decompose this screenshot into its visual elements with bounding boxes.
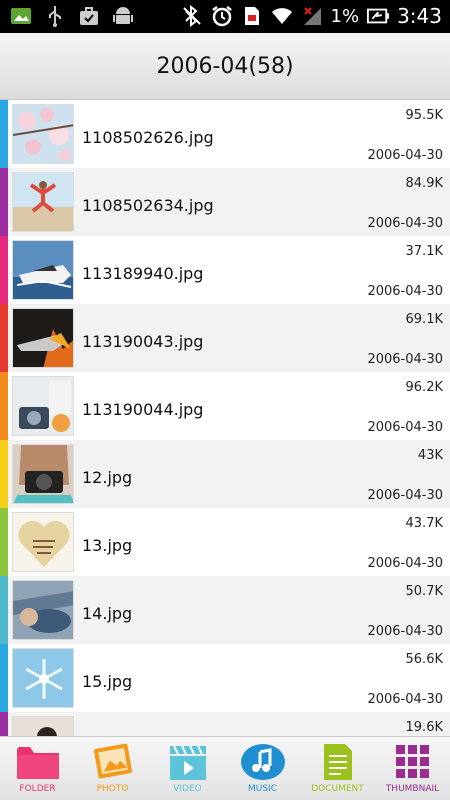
category-stripe (0, 236, 8, 304)
tab-label: PHOTO (96, 784, 129, 794)
list-item[interactable]: 113190043.jpg 69.1K 2006-04-30 (0, 304, 450, 372)
tab-label: THUMBNAIL (385, 784, 440, 794)
thumbnail-snowflake (12, 648, 74, 708)
tab-folder[interactable]: FOLDER (0, 737, 75, 800)
file-name: 13.jpg (82, 536, 133, 555)
sd-card-icon (241, 5, 263, 27)
file-name: 14.jpg (82, 604, 133, 623)
category-stripe (0, 168, 8, 236)
file-date: 2006-04-30 (367, 352, 443, 367)
file-size: 95.5K (405, 108, 443, 123)
file-name: 15.jpg (82, 672, 133, 691)
file-date: 2006-04-30 (367, 488, 443, 503)
thumbnail-icon (390, 742, 436, 782)
file-size: 56.6K (405, 652, 443, 667)
file-list[interactable]: 1108502626.jpg 95.5K 2006-04-30 11085026… (0, 100, 450, 736)
tab-label: FOLDER (19, 784, 56, 794)
tab-thumbnail[interactable]: THUMBNAIL (375, 737, 450, 800)
clock: 3:43 (397, 4, 442, 28)
thumbnail-cherry-blossom (12, 104, 74, 164)
file-name: 113189940.jpg (82, 264, 204, 283)
thumbnail-heart-card (12, 512, 74, 572)
list-item[interactable]: 113190044.jpg 96.2K 2006-04-30 (0, 372, 450, 440)
file-name: 1108502634.jpg (82, 196, 214, 215)
file-date: 2006-04-30 (367, 148, 443, 163)
file-size: 43.7K (405, 516, 443, 531)
music-icon (240, 742, 286, 782)
thumbnail-camera (12, 376, 74, 436)
category-stripe (0, 712, 8, 736)
list-item[interactable]: 113189940.jpg 37.1K 2006-04-30 (0, 236, 450, 304)
category-stripe (0, 440, 8, 508)
file-size: 96.2K (405, 380, 443, 395)
thumbnail-photographer (12, 444, 74, 504)
tab-label: DOCUMENT (311, 784, 364, 794)
file-date: 2006-04-30 (367, 216, 443, 231)
title-bar: 2006-04(58) (0, 33, 450, 100)
tab-label: MUSIC (247, 784, 277, 794)
file-name: 113190044.jpg (82, 400, 204, 419)
battery-charging-icon (367, 5, 390, 27)
page-title: 2006-04(58) (156, 53, 294, 79)
battery-percent: 1% (330, 5, 360, 27)
file-name: 1108502626.jpg (82, 128, 214, 147)
status-bar: 1% 3:43 (0, 0, 450, 33)
category-stripe (0, 644, 8, 712)
list-item[interactable]: 15.jpg 56.6K 2006-04-30 (0, 644, 450, 712)
list-item[interactable]: 1108502626.jpg 95.5K 2006-04-30 (0, 100, 450, 168)
file-date: 2006-04-30 (367, 556, 443, 571)
category-stripe (0, 508, 8, 576)
list-item[interactable]: 19.6K (0, 712, 450, 736)
wifi-icon (271, 5, 293, 27)
file-date: 2006-04-30 (367, 284, 443, 299)
folder-icon (15, 742, 61, 782)
tab-photo[interactable]: PHOTO (75, 737, 150, 800)
tab-video[interactable]: VIDEO (150, 737, 225, 800)
file-date: 2006-04-30 (367, 624, 443, 639)
file-date: 2006-04-30 (367, 692, 443, 707)
category-stripe (0, 100, 8, 168)
alarm-icon (211, 5, 233, 27)
category-stripe (0, 372, 8, 440)
file-size: 19.6K (405, 720, 443, 735)
thumbnail-fire-boat (12, 308, 74, 368)
file-name: 12.jpg (82, 468, 133, 487)
category-stripe (0, 304, 8, 372)
list-item[interactable]: 13.jpg 43.7K 2006-04-30 (0, 508, 450, 576)
category-stripe (0, 576, 8, 644)
document-icon (315, 742, 361, 782)
file-size: 37.1K (405, 244, 443, 259)
file-size: 84.9K (405, 176, 443, 191)
file-size: 43K (417, 448, 443, 463)
tab-label: VIDEO (173, 784, 202, 794)
briefcase-icon (78, 5, 100, 27)
list-item[interactable]: 1108502634.jpg 84.9K 2006-04-30 (0, 168, 450, 236)
video-icon (165, 742, 211, 782)
thumbnail-jumping-woman (12, 172, 74, 232)
thumbnail-partial (12, 716, 74, 736)
thumbnail-resting-person (12, 580, 74, 640)
file-size: 50.7K (405, 584, 443, 599)
bottom-toolbar: FOLDER PHOTO VIDEO MUSIC DOCUMENT THUMBN… (0, 736, 450, 800)
signal-no-service-icon (301, 5, 323, 27)
list-item[interactable]: 12.jpg 43K 2006-04-30 (0, 440, 450, 508)
bluetooth-off-icon (181, 5, 203, 27)
android-icon (112, 5, 134, 27)
thumbnail-speedboat (12, 240, 74, 300)
tab-document[interactable]: DOCUMENT (300, 737, 375, 800)
list-item[interactable]: 14.jpg 50.7K 2006-04-30 (0, 576, 450, 644)
gallery-icon (10, 5, 32, 27)
file-size: 69.1K (405, 312, 443, 327)
tab-music[interactable]: MUSIC (225, 737, 300, 800)
photo-icon (90, 742, 136, 782)
file-name: 113190043.jpg (82, 332, 204, 351)
usb-icon (44, 5, 66, 27)
file-date: 2006-04-30 (367, 420, 443, 435)
